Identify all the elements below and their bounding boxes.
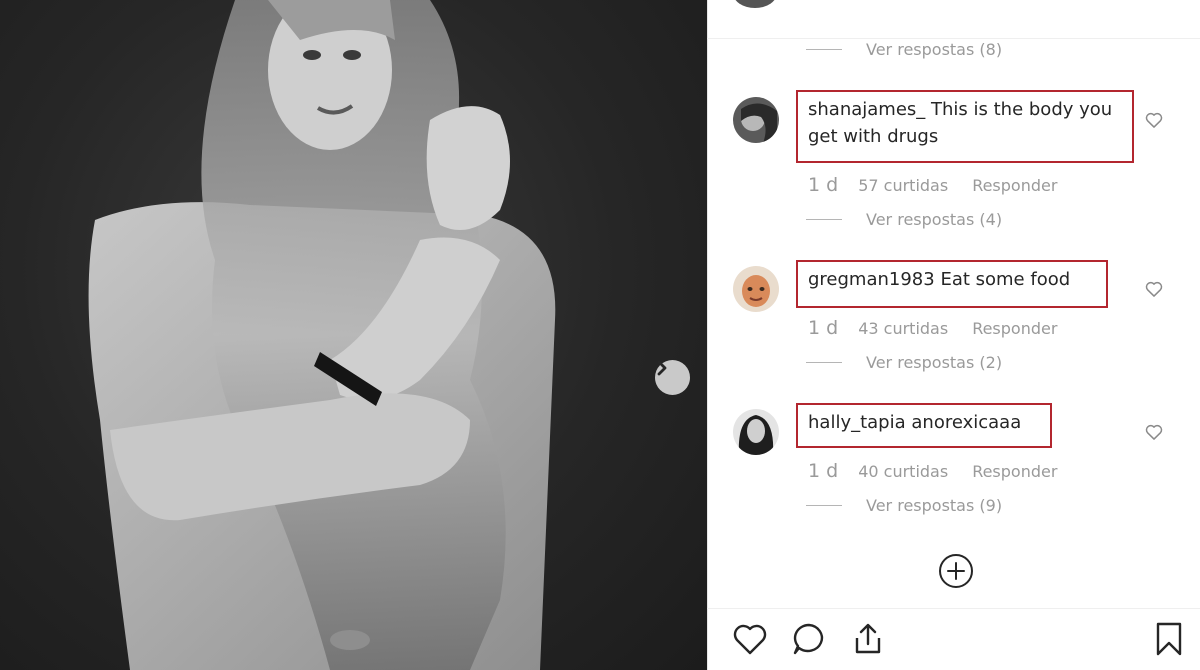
- comment-likes[interactable]: 43 curtidas: [858, 319, 948, 338]
- load-more-comments-plus-icon[interactable]: [938, 553, 974, 589]
- replies-line: [806, 49, 842, 50]
- view-replies-link[interactable]: Ver respostas (9): [806, 496, 1002, 515]
- comment-username[interactable]: shanajames_: [808, 99, 925, 120]
- comment-meta: 1 d 43 curtidas Responder: [808, 317, 1057, 339]
- share-icon[interactable]: [849, 620, 887, 658]
- comment-time: 1 d: [808, 460, 839, 482]
- view-replies-link[interactable]: Ver respostas (2): [806, 353, 1002, 372]
- comment-highlight-box: shanajames_ This is the body you get wit…: [796, 90, 1134, 163]
- comment-highlight-box: gregman1983 Eat some food: [796, 260, 1108, 308]
- comment-time: 1 d: [808, 317, 839, 339]
- reply-button[interactable]: Responder: [972, 319, 1057, 338]
- bookmark-icon[interactable]: [1150, 620, 1188, 658]
- comment-likes[interactable]: 40 curtidas: [858, 462, 948, 481]
- avatar-hally-tapia[interactable]: [733, 409, 779, 455]
- reply-button[interactable]: Responder: [972, 462, 1057, 481]
- photo-illustration: [88, 0, 556, 670]
- view-replies-link[interactable]: Ver respostas (4): [806, 210, 1002, 229]
- replies-line: [806, 362, 842, 363]
- like-comment-heart-icon[interactable]: [1144, 422, 1164, 442]
- comment-likes[interactable]: 57 curtidas: [858, 176, 948, 195]
- comment-meta: 1 d 57 curtidas Responder: [808, 174, 1057, 196]
- comment-highlight-box: hally_tapia anorexicaaa: [796, 403, 1052, 448]
- reply-button[interactable]: Responder: [972, 176, 1057, 195]
- like-comment-heart-icon[interactable]: [1144, 279, 1164, 299]
- chevron-right-icon: [657, 360, 667, 376]
- view-replies-label: Ver respostas (8): [866, 40, 1003, 59]
- view-replies-label: Ver respostas (9): [866, 496, 1003, 515]
- comment-meta: 1 d 40 curtidas Responder: [808, 460, 1057, 482]
- comment-username[interactable]: gregman1983: [808, 269, 935, 290]
- heart-icon[interactable]: [731, 620, 769, 658]
- comment-icon[interactable]: [790, 620, 828, 658]
- view-replies-label: Ver respostas (4): [866, 210, 1003, 229]
- comment-username[interactable]: hally_tapia: [808, 412, 906, 433]
- divider: [707, 38, 1200, 39]
- like-comment-heart-icon[interactable]: [1144, 110, 1164, 130]
- avatar-gregman1983[interactable]: [733, 266, 779, 312]
- view-replies-label: Ver respostas (2): [866, 353, 1003, 372]
- divider: [707, 608, 1200, 609]
- replies-line: [806, 219, 842, 220]
- comment-text: Eat some food: [940, 269, 1071, 290]
- next-photo-button[interactable]: [655, 360, 690, 395]
- avatar-shanajames[interactable]: [733, 97, 779, 143]
- replies-line: [806, 505, 842, 506]
- post-photo: [0, 0, 707, 670]
- comment-text: anorexicaaa: [911, 412, 1022, 433]
- view-replies-link[interactable]: Ver respostas (8): [806, 40, 1002, 59]
- comment-time: 1 d: [808, 174, 839, 196]
